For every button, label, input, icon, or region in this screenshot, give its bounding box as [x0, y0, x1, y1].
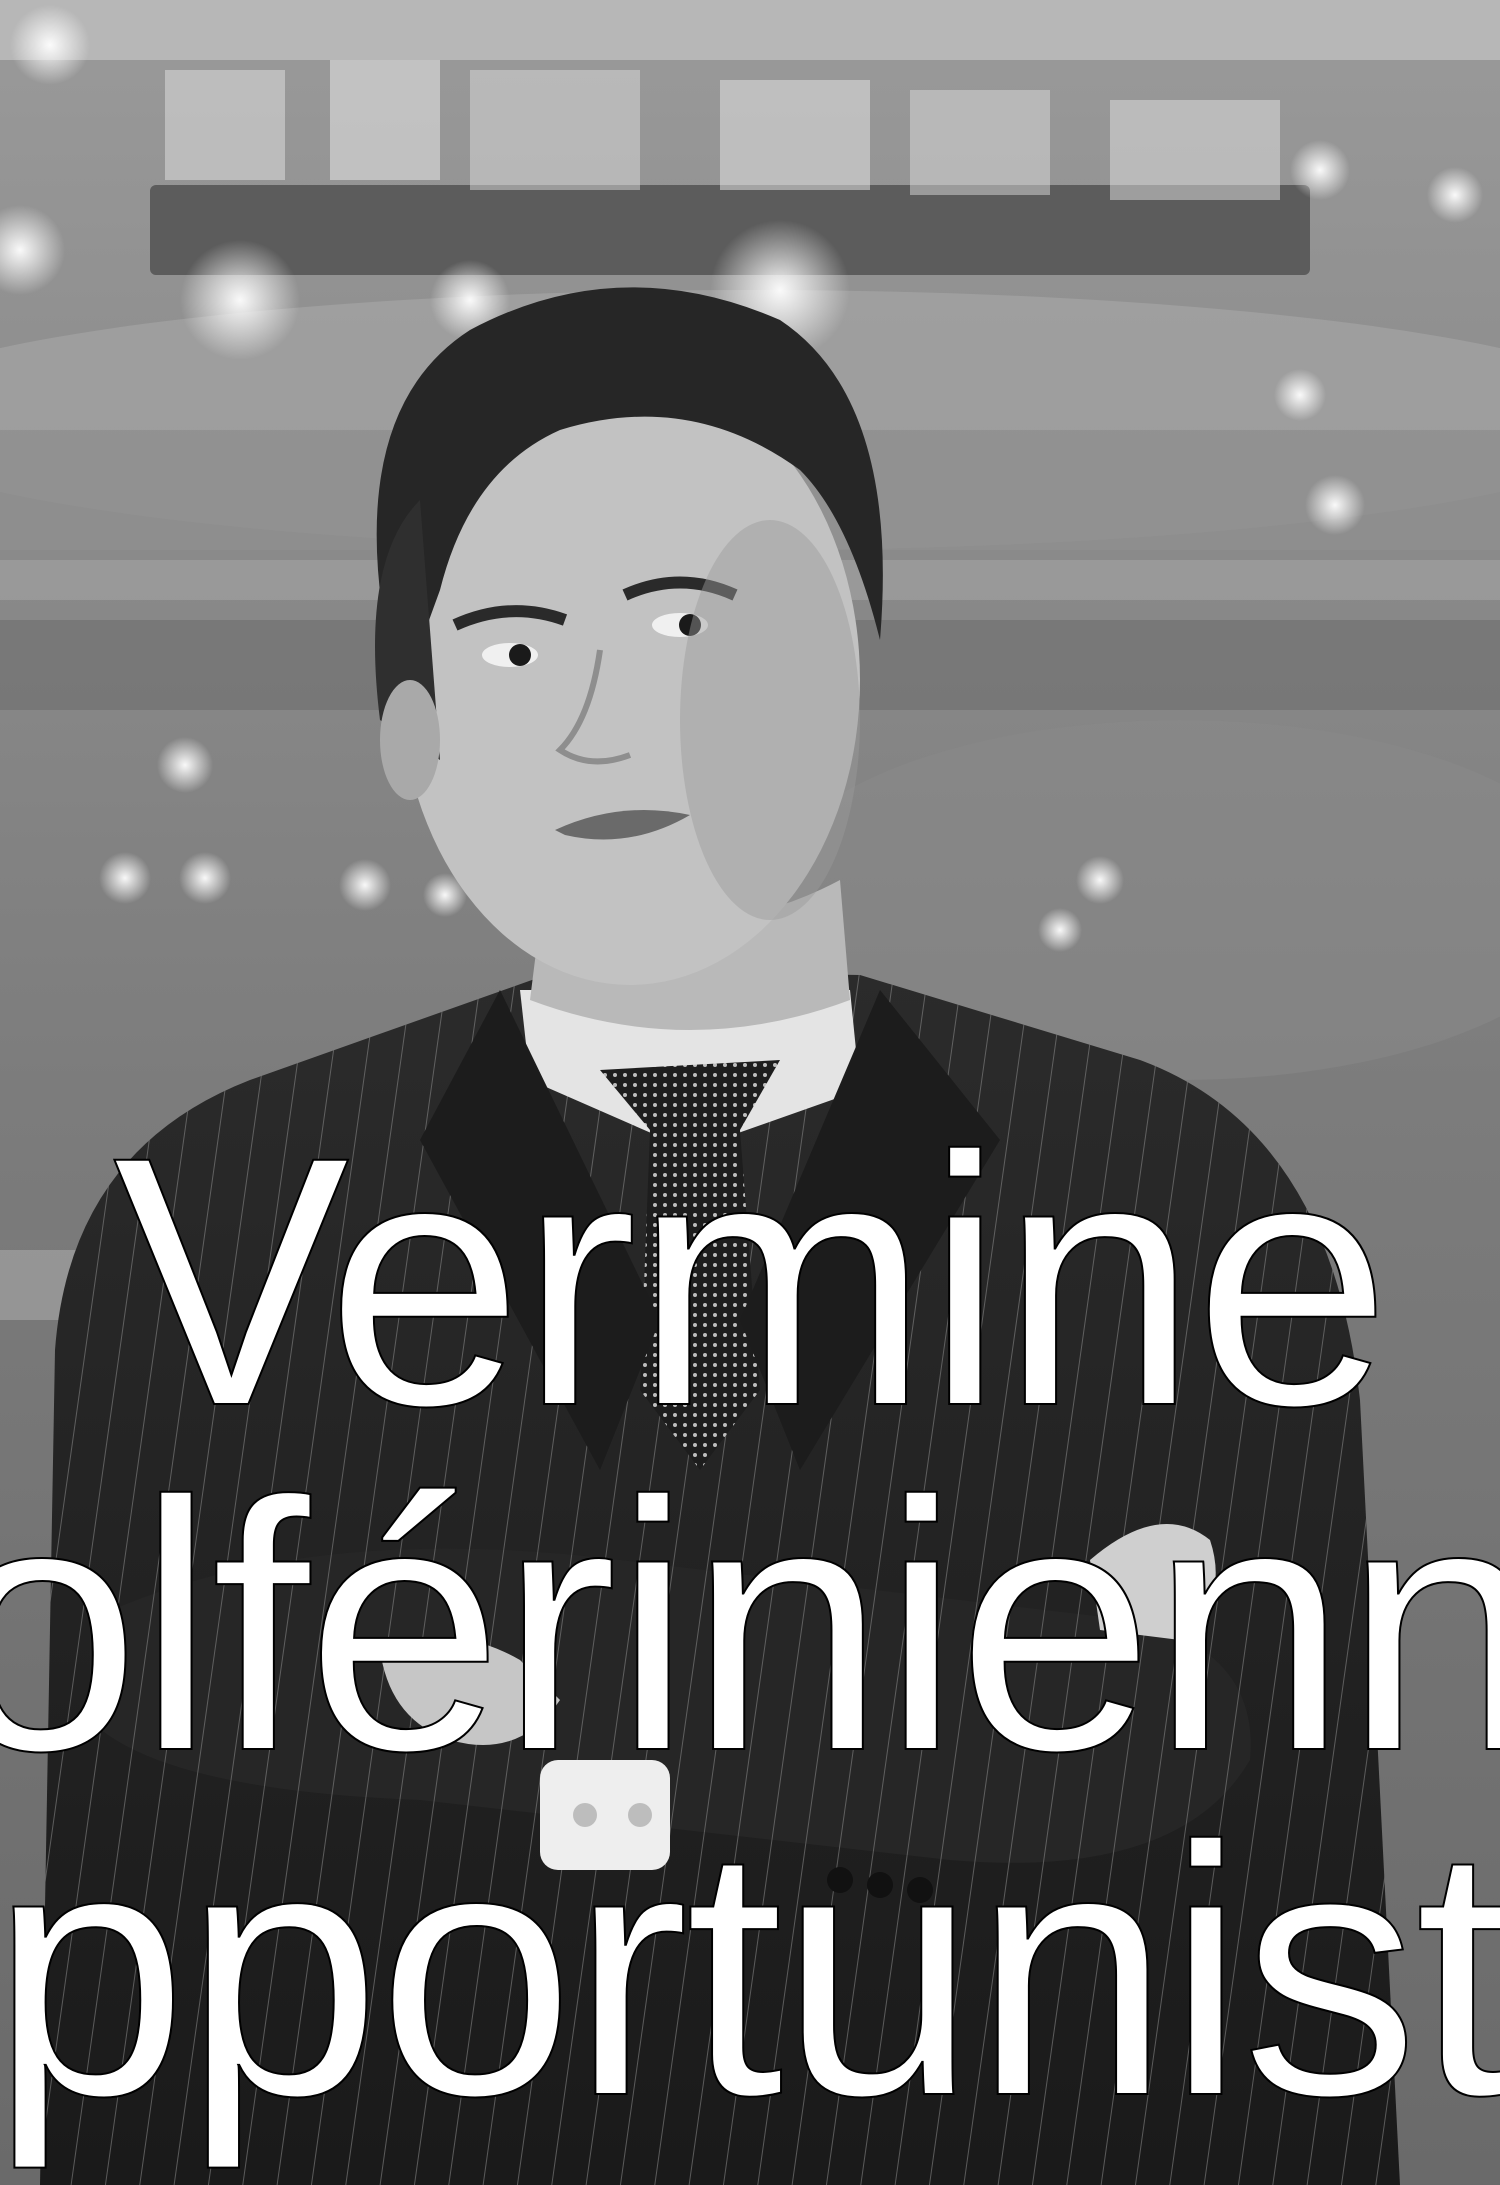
poster: Vermine solférinienne opportuniste	[0, 0, 1500, 2185]
portrait-photo	[0, 0, 1500, 2185]
